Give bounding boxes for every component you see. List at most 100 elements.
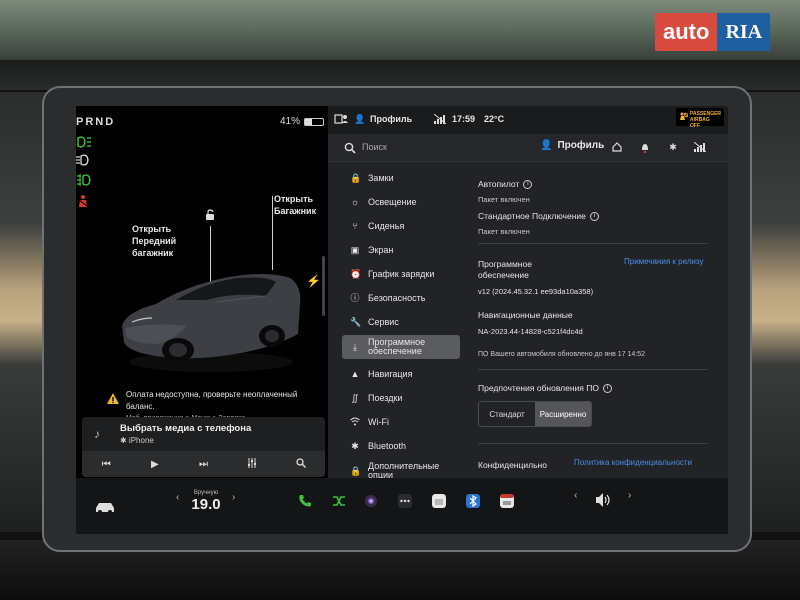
- temp-up-chevron-icon[interactable]: ›: [232, 492, 235, 503]
- update-preference-text: Предпочтения обновления ПО: [478, 383, 599, 393]
- wifi-icon: [350, 417, 360, 427]
- person-icon: 👤: [540, 140, 553, 151]
- open-frunk-label[interactable]: Открыть Передний багажник: [132, 223, 176, 259]
- settings-panel: 👤 Профиль 17:59 22°C PASSENGER AIRBAG OF…: [328, 106, 728, 494]
- media-controls: ⏮ ▶ ⏭: [82, 451, 325, 477]
- warning-icon: [107, 393, 119, 404]
- unlocked-icon[interactable]: [204, 208, 216, 220]
- privacy-title: Конфиденцильно: [478, 460, 547, 470]
- car-icon[interactable]: [94, 500, 116, 514]
- battery-status: 41%: [280, 116, 325, 127]
- wrench-icon: 🔧: [350, 317, 362, 327]
- car-status-panel: PRND 41% Открыть Передний багажник Откры…: [76, 106, 328, 494]
- seat-icon: ⑂: [352, 221, 358, 231]
- touchscreen: PRND 41% Открыть Передний багажник Откры…: [76, 106, 728, 494]
- alarm-icon: ⏰: [350, 269, 362, 279]
- bluetooth-dock-icon[interactable]: [466, 494, 480, 508]
- equalizer-icon[interactable]: [242, 457, 262, 471]
- menu-item-software[interactable]: ⤓ Программное обеспечение: [342, 335, 460, 359]
- airbag-icon: [680, 112, 688, 120]
- user-icon[interactable]: 👤: [354, 114, 365, 125]
- volume-down-chevron-icon[interactable]: ‹: [574, 490, 577, 501]
- menu-item-safety[interactable]: ⓘ Безопасность: [342, 287, 460, 309]
- charge-port-icon[interactable]: ⚡: [306, 274, 321, 288]
- search-input[interactable]: Поиск: [362, 142, 387, 152]
- clock: 17:59: [452, 114, 476, 124]
- calendar-icon[interactable]: [500, 494, 514, 508]
- menu-item-service[interactable]: 🔧 Сервис: [342, 311, 460, 333]
- menu-item-locks[interactable]: 🔒 Замки: [342, 167, 460, 189]
- warning-text: Оплата недоступна, проверьте неоплаченны…: [126, 390, 298, 411]
- app-launcher-icon[interactable]: [398, 494, 412, 508]
- menu-label: Сиденья: [368, 220, 405, 231]
- play-icon[interactable]: ▶: [145, 459, 165, 470]
- bluetooth-header-icon[interactable]: ✱: [668, 142, 678, 154]
- music-note-icon: ♪: [94, 427, 100, 441]
- open-trunk-label[interactable]: Открыть Багажник: [274, 193, 316, 217]
- search-icon[interactable]: [344, 142, 356, 154]
- home-icon[interactable]: [612, 142, 622, 154]
- watermark-auto: auto: [655, 13, 718, 51]
- privacy-policy-link[interactable]: Политика конфиденциальности: [574, 458, 692, 467]
- bag-icon: 🔒: [350, 466, 362, 476]
- profile-status-icon[interactable]: [334, 113, 348, 127]
- camera-icon[interactable]: [364, 494, 378, 508]
- bluetooth-icon: ✱: [351, 441, 359, 451]
- car-3d-model[interactable]: [116, 256, 316, 376]
- fog-lights-icon: [76, 174, 94, 188]
- phone-icon[interactable]: [298, 494, 312, 508]
- status-profile[interactable]: Профиль: [370, 114, 412, 124]
- previous-track-icon[interactable]: ⏮: [96, 459, 116, 470]
- software-details: Автопилот i Пакет включен Стандартное Под…: [468, 163, 728, 494]
- no-signal-header-icon[interactable]: [693, 141, 707, 154]
- battery-icon: [304, 117, 325, 126]
- cabin-temperature: 19.0: [191, 496, 221, 513]
- info-icon[interactable]: i: [589, 212, 599, 222]
- profile-label: Профиль: [557, 140, 605, 151]
- profile-button[interactable]: 👤 Профиль: [540, 140, 604, 151]
- media-search-icon[interactable]: [291, 457, 311, 471]
- info-icon[interactable]: i: [523, 180, 533, 190]
- download-icon: ⤓: [353, 342, 357, 352]
- info-icon[interactable]: i: [603, 384, 612, 394]
- menu-item-display[interactable]: ▣ Экран: [342, 239, 460, 261]
- divider: [478, 369, 708, 370]
- watermark-logo: auto RIA: [655, 12, 771, 52]
- shuffle-icon[interactable]: [332, 494, 346, 508]
- next-track-icon[interactable]: ⏭: [193, 459, 213, 470]
- menu-item-charging-schedule[interactable]: ⏰ График зарядки: [342, 263, 460, 285]
- headlights-icon: [76, 136, 94, 150]
- airbag-line-3: OFF: [690, 123, 700, 129]
- menu-label: Поездки: [368, 392, 403, 403]
- menu-item-wifi[interactable]: Wi-Fi: [342, 411, 460, 433]
- menu-item-lighting[interactable]: ☼ Освещение: [342, 191, 460, 213]
- menu-label: Безопасность: [368, 292, 426, 303]
- notification-bell-icon[interactable]: [640, 142, 650, 154]
- connectivity-status: Пакет включен: [478, 227, 530, 236]
- panel-scroll-indicator: [322, 256, 325, 316]
- menu-item-navigation[interactable]: ▲ Навигация: [342, 363, 460, 385]
- media-player[interactable]: ♪ Выбрать медиа с телефона ✱ iPhone ⏮ ▶ …: [82, 417, 325, 477]
- software-version: v12 (2024.45.32.1 ee93da10a358): [478, 287, 594, 296]
- option-advanced[interactable]: Расширенно: [535, 402, 591, 426]
- connectivity-title: Стандартное Подключение i: [478, 211, 599, 222]
- option-standard[interactable]: Стандарт: [479, 402, 535, 426]
- navigation-icon: ▲: [350, 369, 360, 379]
- climate-control[interactable]: Вручную 19.0: [176, 490, 236, 522]
- volume-up-chevron-icon[interactable]: ›: [628, 490, 631, 501]
- release-notes-link[interactable]: Примечания к релизу: [624, 257, 703, 266]
- menu-item-trips[interactable]: ∬ Поездки: [342, 387, 460, 409]
- toybox-icon[interactable]: [432, 494, 446, 508]
- volume-icon[interactable]: [594, 492, 612, 508]
- media-source-row[interactable]: ♪ Выбрать медиа с телефона ✱ iPhone: [82, 417, 325, 447]
- divider: [478, 243, 708, 244]
- dashboard-right: [748, 92, 800, 532]
- safety-icon: ⓘ: [350, 293, 360, 303]
- menu-item-bluetooth[interactable]: ✱ Bluetooth: [342, 435, 460, 457]
- battery-percent: 41%: [280, 116, 301, 127]
- passenger-airbag-indicator: PASSENGER AIRBAG OFF: [676, 108, 724, 129]
- menu-item-seats[interactable]: ⑂ Сиденья: [342, 215, 460, 237]
- autopilot-title-text: Автопилот: [478, 179, 520, 189]
- sun-icon: ☼: [350, 197, 360, 207]
- no-signal-icon: [433, 113, 447, 126]
